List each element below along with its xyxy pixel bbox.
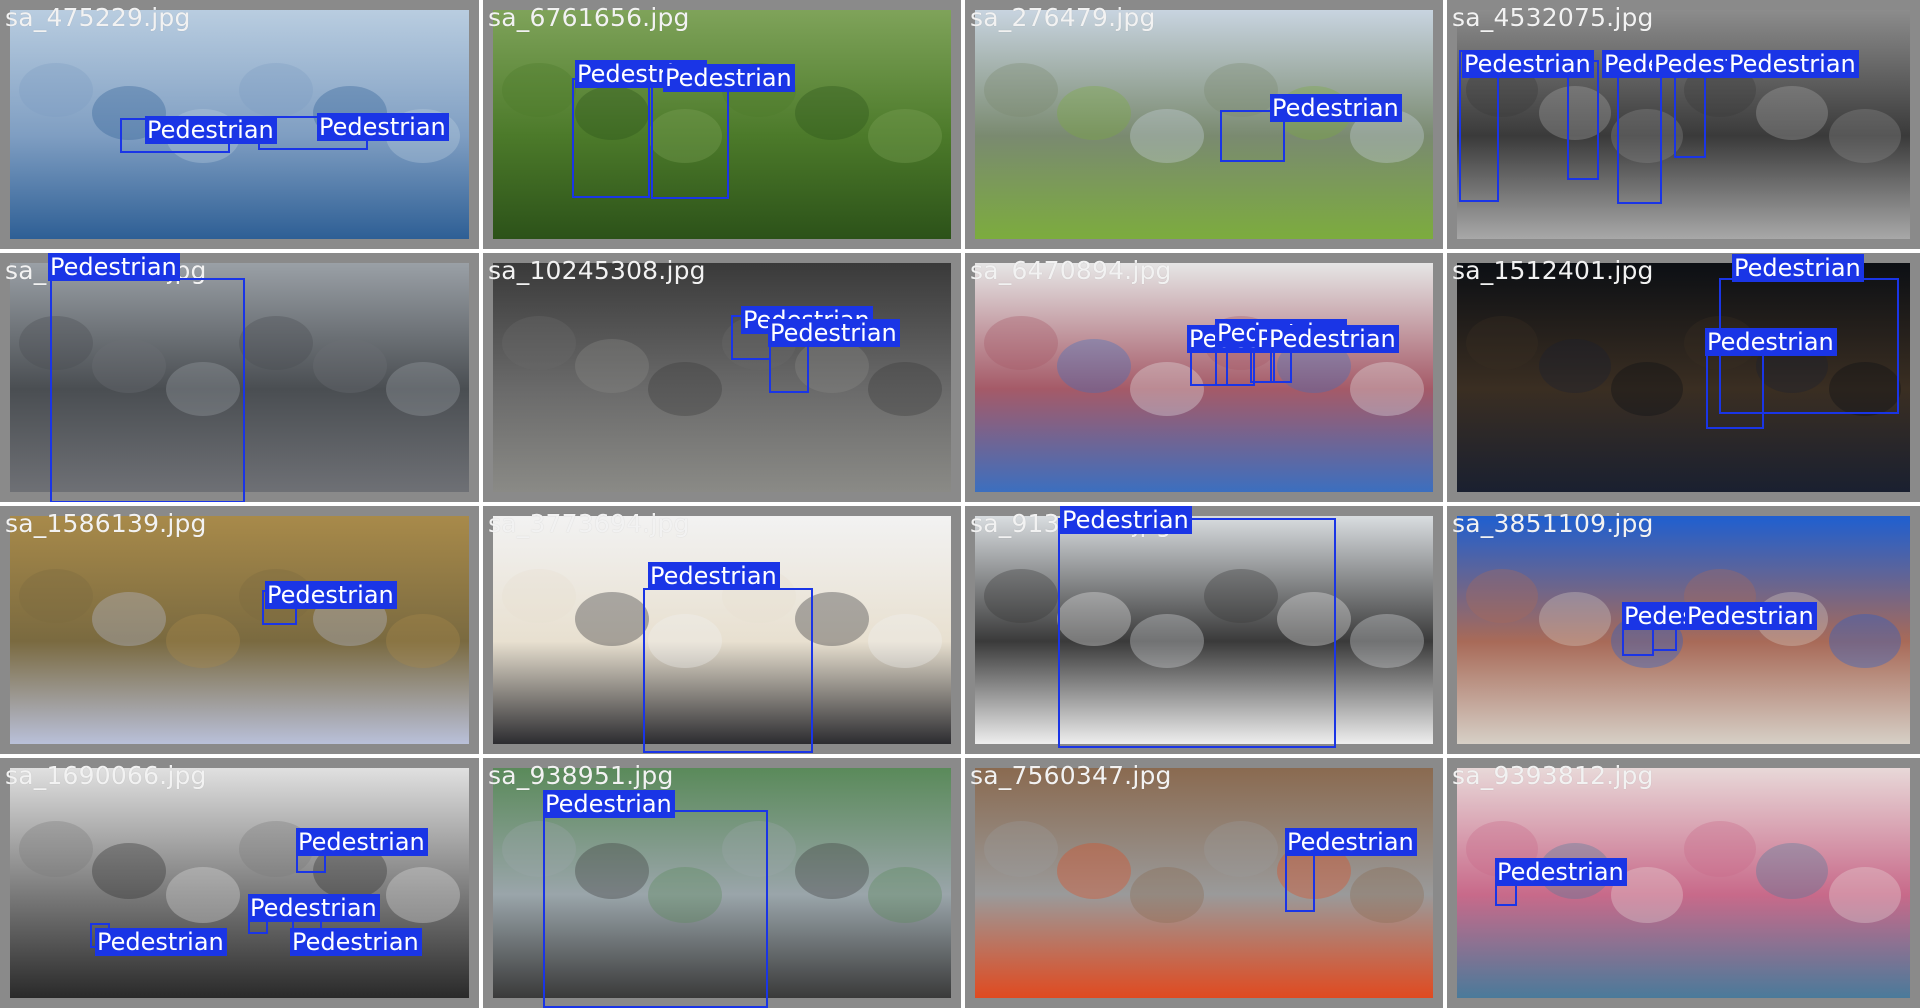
grid-tile: sa_938951.jpg Pedestrian <box>483 758 961 1008</box>
tile-photo <box>975 10 1433 239</box>
detection-box <box>643 588 813 753</box>
detection-label: Pedestrian <box>1285 828 1417 856</box>
detection-label: Pedestrian <box>48 253 180 281</box>
detection-label: Pedestrian <box>648 562 780 590</box>
detection-label: Pedestrian <box>317 113 449 141</box>
detection-box <box>50 278 245 502</box>
tile-photo <box>10 516 469 744</box>
tile-filename: sa_276479.jpg <box>970 3 1156 32</box>
grid-tile: sa_1586139.jpg Pedestrian <box>0 506 479 754</box>
detection-label: Pedestrian <box>1685 602 1817 630</box>
tile-photo <box>1457 516 1910 744</box>
detection-box <box>1058 518 1336 748</box>
tile-filename: sa_6470894.jpg <box>970 256 1172 285</box>
grid-tile: sa_6470894.jpgPedestrianPedestrianPedest… <box>965 253 1443 502</box>
tile-filename: sa_10245308.jpg <box>488 256 706 285</box>
detection-label: Pedestrian <box>1495 858 1627 886</box>
grid-tile: sa_1512401.jpg Pedestrian Pedestrian <box>1447 253 1920 502</box>
photo-flooded-rice-paddy <box>10 516 469 744</box>
tile-filename: sa_6761656.jpg <box>488 3 690 32</box>
detection-label: Pedestrian <box>1732 254 1864 282</box>
photo-tire-shop-street <box>493 263 951 492</box>
tile-filename: sa_1690066.jpg <box>5 761 207 790</box>
detection-box <box>651 82 729 199</box>
tile-photo <box>10 768 469 998</box>
detection-box <box>572 78 650 198</box>
detection-label: Pedestrian <box>265 581 397 609</box>
detection-box <box>1622 626 1654 656</box>
grid-tile: sa_1690066.jpg Pedestrian Pedestrian Pedest… <box>0 758 479 1008</box>
photo-rice-field-house <box>975 10 1433 239</box>
grid-tile: sa_9393812.jpg Pedestrian <box>1447 758 1920 1008</box>
tile-filename: sa_9393812.jpg <box>1452 761 1654 790</box>
detection-label: Pedestrian <box>145 116 277 144</box>
detection-label: Pedestrian <box>1705 328 1837 356</box>
detection-box <box>1567 60 1599 180</box>
detection-label: Pedestrian <box>1727 50 1859 78</box>
detection-label: Pedestrian <box>1270 94 1402 122</box>
tile-filename: sa_3851109.jpg <box>1452 509 1654 538</box>
tile-filename: sa_7560347.jpg <box>970 761 1172 790</box>
detection-label: Pedestrian <box>1060 506 1192 534</box>
tile-photo <box>975 768 1433 998</box>
grid-tile: sa_9138612.jpgPedestrian <box>965 506 1443 754</box>
grid-tile: sa_10245308.jpgPedestrianPedestrian <box>483 253 961 502</box>
tile-filename: sa_4532075.jpg <box>1452 3 1654 32</box>
detection-label: Pedestrian <box>1267 325 1399 353</box>
grid-tile: sa_6761656.jpg Pedestrian Pedestrian <box>483 0 961 249</box>
tile-filename: sa_1512401.jpg <box>1452 256 1654 285</box>
grid-tile: sa_4532075.jpg Pedestrian Pedestrian Pedest… <box>1447 0 1920 249</box>
tile-filename: sa_475229.jpg <box>5 3 191 32</box>
image-grid: sa_475229.jpg Pedestrian Pedestrian sa_6761… <box>0 0 1920 1008</box>
grid-tile: sa_276479.jpg Pedestrian <box>965 0 1443 249</box>
detection-label: Pedestrian <box>248 894 380 922</box>
photo-industrial-scaffolding-bw <box>10 768 469 998</box>
tile-filename: sa_1586139.jpg <box>5 509 207 538</box>
photo-brick-building-campus <box>1457 516 1910 744</box>
detection-label: Pedestrian <box>543 790 675 818</box>
grid-tile: sa_1071255.jpgPedestrian <box>0 253 479 502</box>
detection-label: Pedestrian <box>663 64 795 92</box>
detection-label: Pedestrian <box>296 828 428 856</box>
grid-tile: sa_3851109.jpgPedestrianPedestrian <box>1447 506 1920 754</box>
grid-tile: sa_475229.jpg Pedestrian Pedestrian <box>0 0 479 249</box>
detection-label: Pedestrian <box>1462 50 1594 78</box>
photo-street-hockey-game <box>975 768 1433 998</box>
tile-filename: sa_3773694.jpg <box>488 509 690 538</box>
detection-label: Pedestrian <box>290 928 422 956</box>
detection-label: Pedestrian <box>768 319 900 347</box>
detection-label: Pedestrian <box>95 928 227 956</box>
grid-tile: sa_3773694.jpg Pedestrian <box>483 506 961 754</box>
detection-box <box>543 810 768 1008</box>
grid-tile: sa_7560347.jpg Pedestrian <box>965 758 1443 1008</box>
tile-filename: sa_938951.jpg <box>488 761 674 790</box>
tile-photo <box>493 263 951 492</box>
